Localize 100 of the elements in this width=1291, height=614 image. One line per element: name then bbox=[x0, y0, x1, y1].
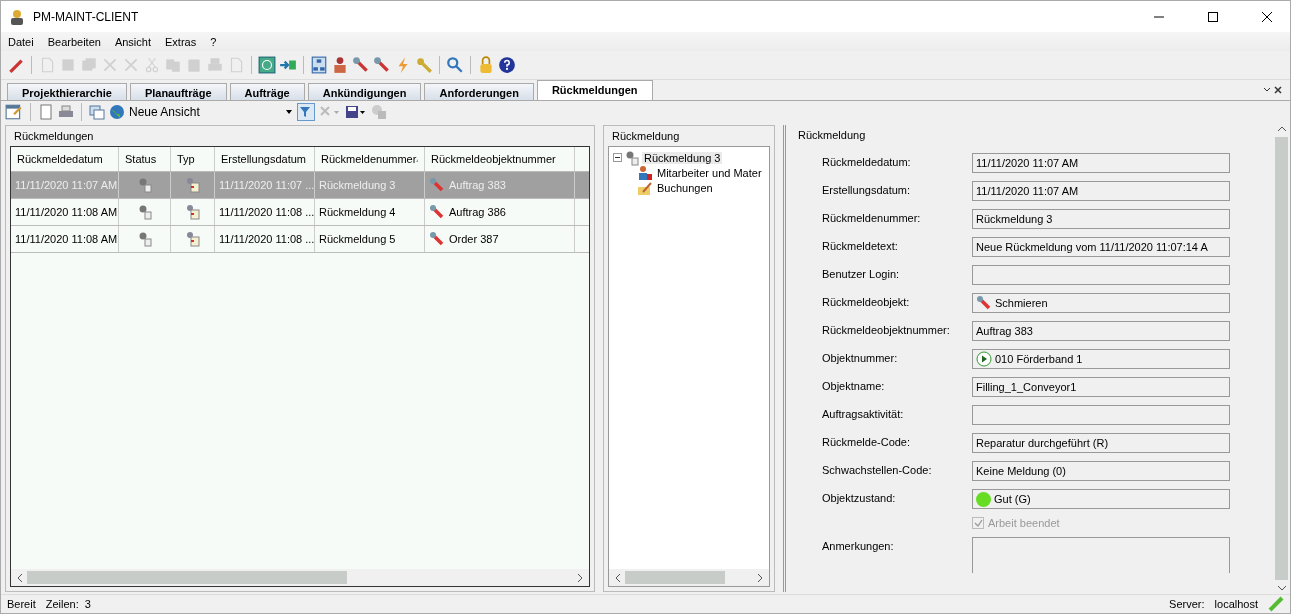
scroll-right-icon[interactable] bbox=[755, 572, 765, 583]
text-field[interactable]: Filling_1_Conveyor1 bbox=[972, 377, 1230, 397]
search-icon[interactable] bbox=[446, 56, 464, 74]
column-header[interactable]: Erstellungsdatum bbox=[215, 147, 315, 171]
column-header[interactable]: Status bbox=[119, 147, 171, 171]
close-icon[interactable] bbox=[1274, 86, 1282, 94]
field-label: Objektname: bbox=[822, 379, 885, 392]
notes-field[interactable] bbox=[972, 537, 1230, 573]
table-cell: 11/11/2020 11:08 AM bbox=[11, 226, 119, 252]
people-icon[interactable] bbox=[331, 56, 349, 74]
row-count: 3 bbox=[84, 598, 91, 610]
field-value: Rückmeldung 3 bbox=[976, 213, 1053, 225]
text-field[interactable]: Schmieren bbox=[972, 293, 1230, 313]
text-field[interactable]: Rückmeldung 3 bbox=[972, 209, 1230, 229]
scroll-down-icon[interactable] bbox=[1276, 584, 1287, 592]
help-icon[interactable] bbox=[498, 56, 516, 74]
document-icon[interactable] bbox=[38, 104, 54, 120]
maximize-icon[interactable] bbox=[1208, 11, 1218, 22]
tree-item[interactable]: Buchungen bbox=[655, 181, 715, 194]
status-icon bbox=[624, 149, 640, 166]
scrollbar-thumb[interactable] bbox=[27, 571, 347, 584]
field-label: Benutzer Login: bbox=[822, 267, 900, 280]
status-label: Zeilen: bbox=[45, 598, 79, 610]
menu-item[interactable]: Ansicht bbox=[107, 35, 158, 48]
panel-title: Rückmeldungen bbox=[14, 130, 95, 142]
field-value: 010 Förderband 1 bbox=[995, 353, 1083, 365]
field-value: Neue Rückmeldung vom 11/11/2020 11:07:14 A bbox=[976, 241, 1208, 253]
text-field[interactable]: 11/11/2020 11:07 AM bbox=[972, 153, 1230, 173]
field-value: Reparatur durchgeführt (R) bbox=[976, 437, 1109, 449]
view-selector[interactable]: Neue Ansicht bbox=[129, 105, 281, 119]
table-cell: 11/11/2020 11:07 ... bbox=[215, 172, 315, 198]
checkbox-label: Arbeit beendet bbox=[988, 517, 1060, 529]
scroll-left-icon[interactable] bbox=[15, 572, 25, 583]
tab[interactable]: Aufträge bbox=[229, 83, 305, 100]
text-field[interactable]: Auftrag 383 bbox=[972, 321, 1230, 341]
server-name: localhost bbox=[1214, 598, 1258, 610]
app-icon bbox=[9, 8, 25, 25]
tree-item[interactable]: Rückmeldung 3 bbox=[642, 151, 723, 164]
field-label: Anmerkungen: bbox=[822, 539, 894, 552]
window-icon[interactable] bbox=[89, 104, 105, 120]
column-header[interactable]: Rückmeldenummer bbox=[315, 147, 425, 171]
field-label: Rückmeldeobjektnummer: bbox=[822, 323, 950, 336]
table-cell: Rückmeldung 4 bbox=[315, 199, 425, 225]
table-cell: Rückmeldung 3 bbox=[315, 172, 425, 198]
text-field[interactable]: Gut (G) bbox=[972, 489, 1230, 509]
tab[interactable]: Planaufträge bbox=[129, 83, 227, 100]
hierarchy-icon[interactable] bbox=[310, 56, 328, 74]
text-field[interactable]: Keine Meldung (0) bbox=[972, 461, 1230, 481]
field-label: Objektnummer: bbox=[822, 351, 898, 364]
tab[interactable]: Anforderungen bbox=[424, 83, 534, 100]
tree-item[interactable]: Mitarbeiter und Mater bbox=[655, 166, 764, 179]
wrench-icon[interactable] bbox=[373, 56, 391, 74]
text-field[interactable]: 010 Förderband 1 bbox=[972, 349, 1230, 369]
scroll-left-icon[interactable] bbox=[613, 572, 623, 583]
text-field[interactable] bbox=[972, 265, 1230, 285]
wrench-icon[interactable] bbox=[352, 56, 370, 74]
tab[interactable]: Ankündigungen bbox=[307, 83, 422, 100]
table-cell: Auftrag 383 bbox=[449, 179, 506, 191]
table-cell: 11/11/2020 11:07 AM bbox=[11, 172, 119, 198]
filter-icon[interactable] bbox=[297, 103, 315, 121]
table-cell: Order 387 bbox=[449, 233, 499, 245]
collapse-icon[interactable] bbox=[613, 153, 622, 162]
menu-item[interactable]: Extras bbox=[158, 35, 204, 48]
caret-icon[interactable] bbox=[1262, 86, 1271, 94]
key-icon[interactable] bbox=[415, 56, 433, 74]
field-label: Objektzustand: bbox=[822, 491, 896, 504]
table-row[interactable]: 11/11/2020 11:08 AM 11/11/2020 11:08 ... Rückmeldung 4 Auftrag 386 bbox=[11, 199, 589, 226]
save-icon[interactable] bbox=[345, 104, 367, 120]
close-icon[interactable] bbox=[1262, 11, 1272, 22]
field-value: Auftrag 383 bbox=[976, 325, 1033, 337]
type-icon bbox=[184, 204, 201, 220]
globe-icon bbox=[109, 104, 125, 120]
print-icon[interactable] bbox=[58, 104, 74, 120]
scrollbar-thumb[interactable] bbox=[1275, 137, 1288, 580]
scrollbar-thumb[interactable] bbox=[625, 571, 725, 584]
field-label: Rückmeldetext: bbox=[822, 239, 898, 252]
text-field[interactable]: Reparatur durchgeführt (R) bbox=[972, 433, 1230, 453]
menu-item[interactable]: Bearbeiten bbox=[40, 35, 108, 48]
text-field[interactable]: 11/11/2020 11:07 AM bbox=[972, 181, 1230, 201]
view-settings-icon[interactable] bbox=[5, 103, 23, 121]
field-label: Auftragsaktivität: bbox=[822, 407, 904, 420]
tab[interactable]: Rückmeldungen bbox=[536, 80, 653, 100]
menu-item[interactable]: ? bbox=[203, 35, 224, 48]
menu-item[interactable]: Datei bbox=[1, 35, 41, 48]
table-row[interactable]: 11/11/2020 11:08 AM 11/11/2020 11:08 ... Rückmeldung 5 Order 387 bbox=[11, 226, 589, 253]
scroll-right-icon[interactable] bbox=[575, 572, 585, 583]
tab[interactable]: Projekthierarchie bbox=[7, 83, 127, 100]
field-value: Schmieren bbox=[995, 297, 1048, 309]
column-header[interactable]: Rückmeldeobjektnummer bbox=[425, 147, 575, 171]
text-field[interactable]: Neue Rückmeldung vom 11/11/2020 11:07:14 A bbox=[972, 237, 1230, 257]
field-value: 11/11/2020 11:07 AM bbox=[976, 157, 1079, 169]
pen-icon[interactable] bbox=[7, 56, 25, 74]
scroll-up-icon[interactable] bbox=[1276, 125, 1287, 133]
field-label: Rückmelde-Code: bbox=[822, 435, 911, 448]
column-header[interactable]: Typ bbox=[171, 147, 215, 171]
dropdown-caret-icon[interactable] bbox=[285, 108, 293, 116]
refresh-icon[interactable] bbox=[258, 56, 276, 74]
column-header[interactable]: Rückmeldedatum bbox=[11, 147, 119, 171]
table-cell: Auftrag 386 bbox=[449, 206, 506, 218]
text-field[interactable] bbox=[972, 405, 1230, 425]
